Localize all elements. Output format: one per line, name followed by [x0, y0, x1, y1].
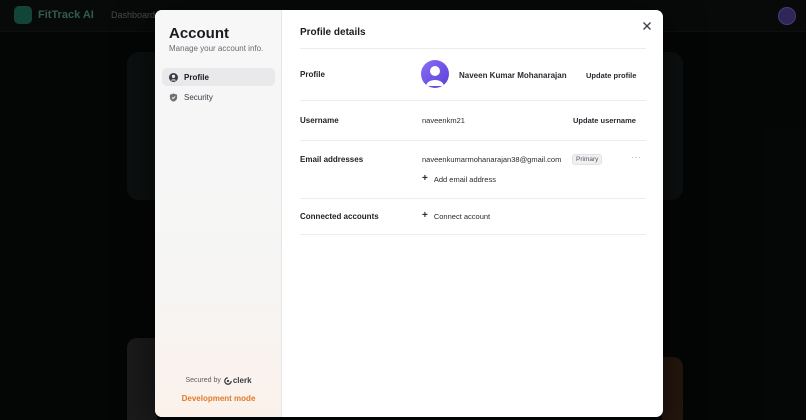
update-username-button[interactable]: Update username: [573, 116, 636, 125]
profile-label: Profile: [300, 70, 325, 79]
sidebar-subtitle: Manage your account info.: [169, 44, 264, 53]
divider: [300, 100, 646, 101]
connect-account-button[interactable]: + Connect account: [422, 211, 490, 221]
divider: [300, 140, 646, 141]
divider: [300, 234, 646, 235]
sidebar-item-label: Profile: [184, 72, 209, 82]
plus-icon: +: [422, 173, 428, 184]
clerk-brand: clerk: [232, 376, 252, 385]
update-profile-button[interactable]: Update profile: [586, 71, 636, 80]
primary-badge: Primary: [572, 154, 603, 165]
add-email-button[interactable]: + Add email address: [422, 174, 496, 184]
divider: [300, 198, 646, 199]
secured-by-clerk[interactable]: Secured by clerk: [155, 376, 282, 385]
connect-account-label: Connect account: [433, 211, 491, 221]
clerk-icon: [224, 376, 232, 385]
shield-icon: [169, 92, 178, 102]
development-mode-label: Development mode: [181, 394, 256, 403]
more-options-icon[interactable]: ···: [631, 153, 642, 162]
profile-name: Naveen Kumar Mohanarajan: [459, 71, 567, 80]
close-icon: [643, 22, 651, 30]
clerk-logo: clerk: [224, 376, 252, 385]
add-email-label: Add email address: [433, 174, 496, 184]
account-sidebar: Account Manage your account info. Profil…: [155, 10, 282, 417]
page-title: Profile details: [300, 27, 366, 38]
avatar: [421, 60, 449, 88]
plus-icon: +: [422, 210, 428, 221]
user-avatar-icon: [426, 66, 444, 86]
account-modal: Account Manage your account info. Profil…: [155, 10, 663, 417]
sidebar-title: Account: [169, 25, 229, 42]
secured-by-text: Secured by: [185, 377, 221, 384]
user-circle-icon: [169, 72, 178, 82]
connected-accounts-label: Connected accounts: [300, 212, 379, 221]
close-button[interactable]: [641, 19, 653, 31]
sidebar-item-label: Security: [184, 92, 213, 102]
username-value: naveenkm21: [422, 116, 465, 125]
divider: [300, 48, 646, 49]
sidebar-item-security[interactable]: Security: [162, 88, 275, 106]
email-label: Email addresses: [300, 155, 364, 164]
profile-details-panel: Profile details Profile Naveen Kumar Moh…: [282, 10, 663, 417]
username-label: Username: [300, 116, 339, 125]
sidebar-item-profile[interactable]: Profile: [162, 68, 275, 86]
email-value: naveenkumarmohanarajan38@gmail.com: [422, 155, 562, 164]
